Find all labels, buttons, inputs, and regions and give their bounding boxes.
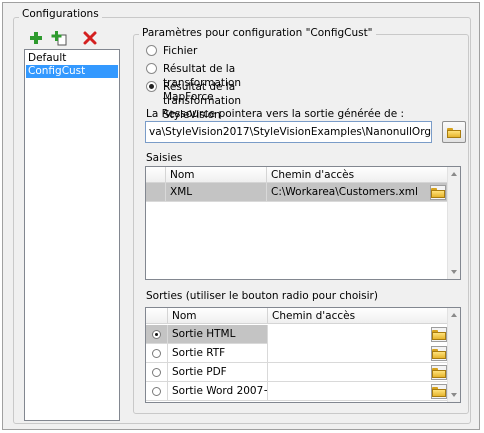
sorties-label: Sorties (utiliser le bouton radio pour c… [146,290,378,302]
sorties-row-browse-button[interactable] [431,384,447,399]
sorties-row-name: Sortie PDF [168,363,268,382]
saisies-header-path: Chemin d'accès [267,167,448,183]
add-plus-icon [30,32,42,44]
parameters-title: Paramètres pour configuration "ConfigCus… [139,27,376,39]
table-row[interactable]: Sortie RTF [146,344,448,363]
folder-open-icon [432,329,446,340]
scroll-down-icon[interactable] [451,393,457,397]
folder-open-icon [432,348,446,359]
table-row[interactable]: Sortie HTML [146,325,448,344]
sorties-row-name: Sortie HTML [168,325,268,344]
sorties-row-browse-button[interactable] [431,346,447,361]
sorties-row-radio-cell [146,363,168,382]
configuration-list[interactable]: Default ConfigCust [24,49,120,421]
folder-open-icon [447,127,461,138]
table-row[interactable]: XML C:\Workarea\Customers.xml [146,183,448,202]
saisies-header-name: Nom [166,167,267,183]
sorties-row-radio-cell [146,325,168,344]
saisies-label: Saisies [146,152,183,164]
delete-configuration-button[interactable] [82,30,98,46]
table-row[interactable]: Sortie Word 2007+ [146,382,448,401]
sorties-header-path: Chemin d'accès [268,308,448,324]
saisies-grid[interactable]: Nom Chemin d'accès XML C:\Workarea\Custo… [145,166,461,280]
sorties-header-blank [146,308,168,324]
sorties-radio-rtf[interactable] [152,349,161,358]
add-copy-configuration-button[interactable] [51,30,67,46]
table-row[interactable]: Sortie PDF [146,363,448,382]
sorties-row-path[interactable] [268,344,448,363]
sorties-row-path[interactable] [268,382,448,401]
resource-browse-button[interactable] [442,121,466,143]
sorties-row-name: Sortie Word 2007+ [168,382,268,401]
sorties-radio-word[interactable] [152,387,161,396]
sorties-header-name: Nom [168,308,268,324]
saisies-row-marker [146,183,166,202]
sorties-row-path[interactable] [268,325,448,344]
resource-label: La Ressource pointera vers la sortie gén… [146,108,405,120]
folder-open-icon [432,367,446,378]
radio-mapforce-button[interactable] [146,63,157,74]
scroll-down-icon[interactable] [451,270,457,274]
scroll-up-icon[interactable] [451,172,457,176]
saisies-row-browse-button[interactable] [430,185,446,200]
configurations-title: Configurations [19,8,102,20]
sorties-scrollbar[interactable] [447,308,460,402]
sorties-row-radio-cell [146,382,168,401]
saisies-row-path: C:\Workarea\Customers.xml [267,183,448,202]
sorties-radio-html[interactable] [152,330,161,339]
radio-fichier-button[interactable] [146,45,157,56]
sorties-row-browse-button[interactable] [431,327,447,342]
radio-stylevision-button[interactable] [146,81,157,92]
saisies-header-blank [146,167,166,183]
configuration-item-configcust[interactable]: ConfigCust [26,65,118,78]
folder-open-icon [432,386,446,397]
delete-x-icon [83,31,97,45]
sorties-radio-pdf[interactable] [152,368,161,377]
radio-fichier-label: Fichier [163,45,198,57]
sorties-row-radio-cell [146,344,168,363]
add-configuration-button[interactable] [28,30,44,46]
sorties-row-path[interactable] [268,363,448,382]
folder-open-icon [431,187,445,198]
scroll-up-icon[interactable] [451,313,457,317]
add-copy-icon [51,31,67,46]
sorties-row-name: Sortie RTF [168,344,268,363]
sorties-grid[interactable]: Nom Chemin d'accès Sortie HTML Sortie RT… [145,307,461,403]
resource-path-input[interactable]: va\StyleVision2017\StyleVisionExamples\N… [145,121,432,143]
saisies-scrollbar[interactable] [447,167,460,279]
saisies-row-name: XML [166,183,267,202]
sorties-row-browse-button[interactable] [431,365,447,380]
configuration-item-default[interactable]: Default [26,52,118,65]
